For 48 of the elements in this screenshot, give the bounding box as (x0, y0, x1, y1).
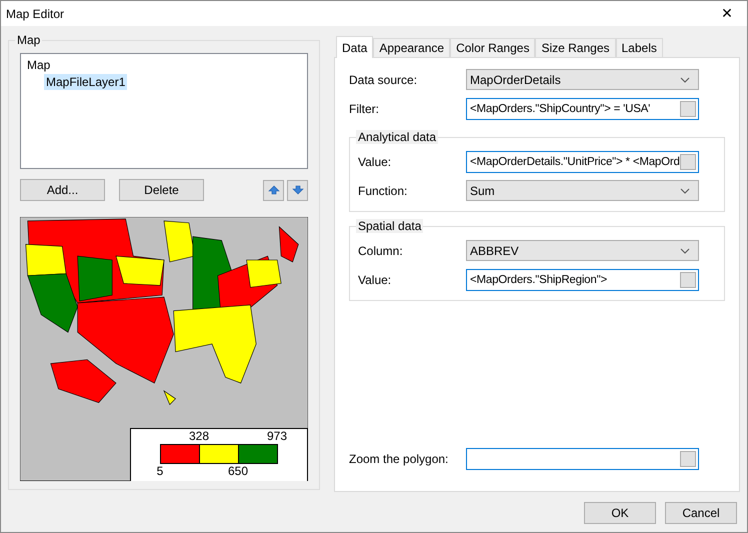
chevron-down-icon (680, 188, 690, 194)
window-title: Map Editor (6, 6, 66, 20)
field-label: Function: (358, 184, 408, 198)
field-label: Column: (358, 244, 404, 258)
browse-button[interactable] (680, 272, 696, 288)
group-title: Spatial data (356, 219, 424, 233)
layer-button[interactable]: Delete (119, 179, 204, 202)
input-field[interactable]: <MapOrderDetails."UnitPrice"> * <MapOrd (466, 150, 699, 172)
field-label: Zoom the polygon: (349, 452, 450, 466)
tab[interactable]: Color Ranges (450, 38, 536, 57)
chevron-down-icon (680, 76, 690, 82)
field-label: Value: (358, 272, 392, 286)
tab[interactable]: Appearance (373, 38, 450, 57)
browse-button[interactable] (680, 154, 696, 170)
move-down-button[interactable] (287, 180, 308, 201)
layer-button[interactable]: Add... (20, 179, 105, 202)
field-label: Filter: (349, 102, 380, 116)
dropdown[interactable]: MapOrderDetails (466, 69, 699, 90)
chevron-down-icon (680, 248, 690, 254)
arrow-down-icon (292, 185, 304, 196)
tab[interactable]: Size Ranges (535, 38, 616, 57)
tree-item[interactable]: MapFileLayer1 (44, 74, 128, 90)
browse-button[interactable] (680, 100, 696, 116)
dialog-button[interactable]: OK (584, 502, 656, 524)
dropdown-value: Sum (470, 184, 496, 198)
dialog-button[interactable]: Cancel (665, 502, 737, 524)
dropdown[interactable]: ABBREV (466, 240, 699, 261)
field-label: Value: (358, 154, 392, 168)
input-field[interactable] (466, 448, 699, 470)
legend-value: 650 (228, 465, 248, 478)
tab[interactable]: Labels (616, 38, 663, 57)
close-button[interactable]: ✕ (707, 1, 747, 26)
field-label: Data source: (349, 72, 418, 86)
dropdown[interactable]: Sum (466, 180, 699, 201)
dropdown-value: ABBREV (470, 244, 520, 258)
move-up-button[interactable] (263, 180, 284, 201)
input-field[interactable]: <MapOrders."ShipRegion"> (466, 268, 699, 290)
tree-item[interactable]: Map (25, 57, 52, 73)
arrow-up-icon (268, 185, 280, 196)
group-title: Analytical data (356, 130, 438, 144)
input-field[interactable]: <MapOrders."ShipCountry"> = 'USA' (466, 98, 699, 120)
tab[interactable]: Data (336, 36, 374, 58)
group-title: Map (15, 33, 42, 47)
dropdown-value: MapOrderDetails (470, 72, 562, 86)
legend-value: 5 (156, 465, 164, 478)
browse-button[interactable] (680, 450, 696, 466)
legend-value: 973 (266, 430, 288, 443)
legend-value: 328 (188, 430, 210, 443)
